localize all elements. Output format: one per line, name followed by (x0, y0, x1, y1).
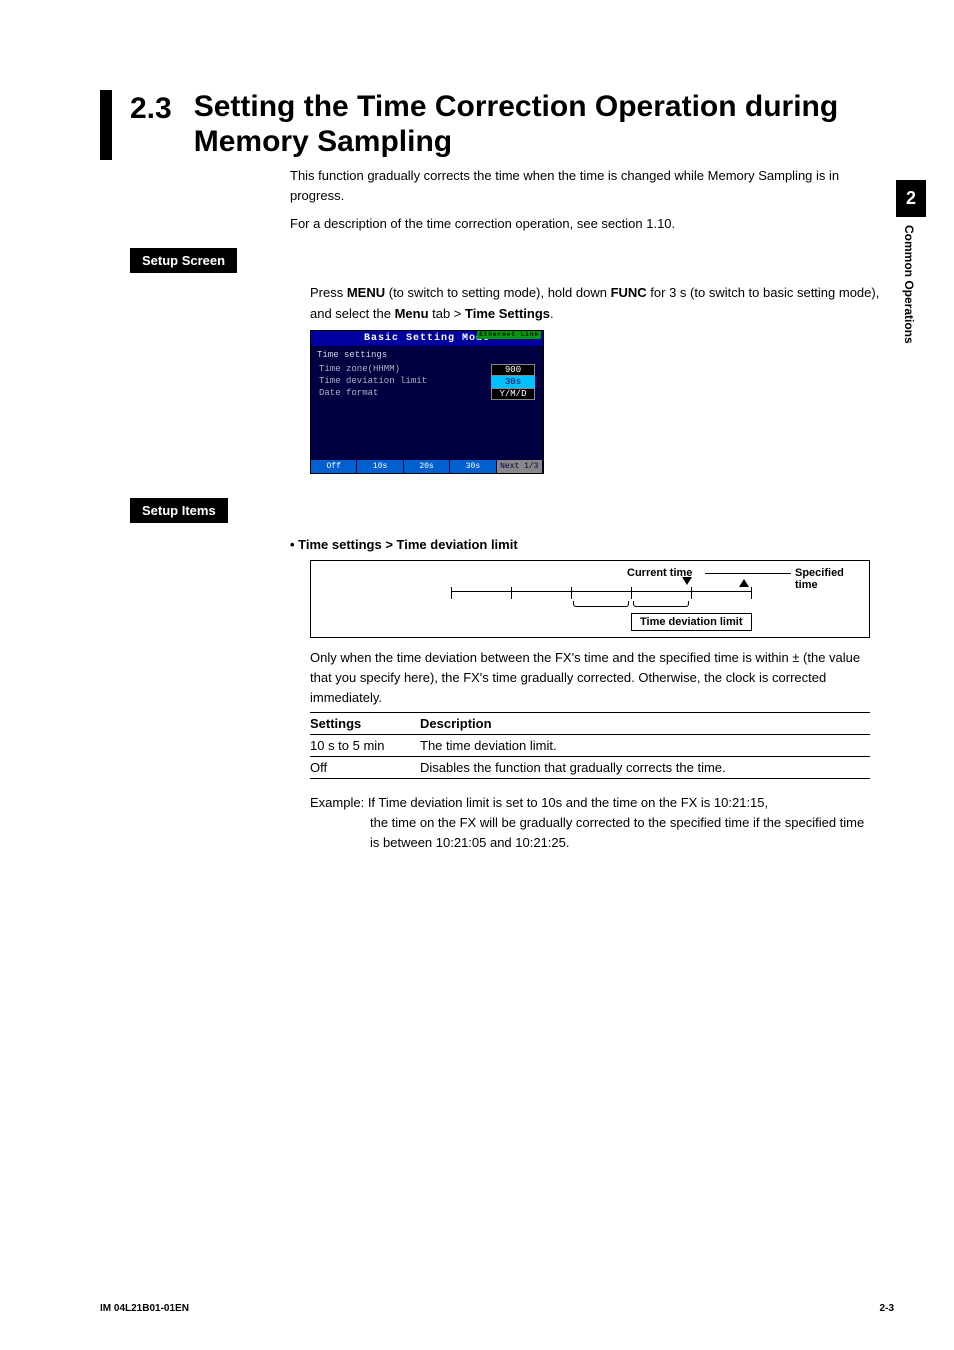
heading-bar-icon (100, 90, 112, 160)
example-line2: the time on the FX will be gradually cor… (370, 813, 870, 853)
cell-description: The time deviation limit. (420, 735, 870, 757)
row-value: Y/M/D (491, 388, 535, 400)
table-row: 10 s to 5 min The time deviation limit. (310, 735, 870, 757)
example-text: Example: If Time deviation limit is set … (310, 793, 870, 813)
menu-tab: Menu (395, 306, 429, 321)
leader-line (705, 573, 791, 574)
tick-icon (691, 587, 692, 599)
table-row: Off Disables the function that gradually… (310, 757, 870, 779)
brace-icon (633, 601, 689, 607)
text: tab > (429, 306, 466, 321)
setup-items-heading: Setup Items (130, 498, 228, 523)
example-label: Example: (310, 795, 368, 810)
device-screenshot: Basic Setting Mode Ethernet Link Time se… (310, 330, 544, 474)
doc-number: IM 04L21B01-01EN (100, 1303, 189, 1314)
softkey-off[interactable]: Off (311, 460, 357, 473)
triangle-up-icon (739, 579, 749, 587)
intro-paragraph-2: For a description of the time correction… (290, 214, 850, 234)
table-header-row: Settings Description (310, 713, 870, 735)
deviation-diagram: Current time Specified time Time deviati… (310, 560, 870, 638)
screen-row-deviation: Time deviation limit 30s (317, 376, 537, 388)
brace-icon (573, 601, 629, 607)
col-settings: Settings (310, 713, 420, 735)
setup-screen-heading: Setup Screen (130, 248, 237, 273)
specified-time-label: Specified time (795, 567, 869, 591)
row-value: 900 (491, 364, 535, 376)
softkey-bar: Off 10s 20s 30s Next 1/3 (311, 460, 543, 473)
example-line1: If Time deviation limit is set to 10s an… (368, 795, 768, 810)
cell-setting: Off (310, 757, 420, 779)
intro-paragraph-1: This function gradually corrects the tim… (290, 166, 850, 206)
text: Press (310, 285, 347, 300)
deviation-limit-box: Time deviation limit (631, 613, 752, 631)
tick-icon (751, 587, 752, 599)
row-label: Time deviation limit (319, 376, 427, 388)
triangle-down-icon (682, 577, 692, 585)
row-value-selected: 30s (491, 376, 535, 388)
setup-screen-instruction: Press MENU (to switch to setting mode), … (310, 283, 880, 323)
section-heading: 2.3 Setting the Time Correction Operatio… (100, 90, 894, 160)
softkey-20s[interactable]: 20s (404, 460, 450, 473)
section-title: Setting the Time Correction Operation du… (194, 90, 894, 159)
row-label: Date format (319, 388, 378, 400)
screen-title-text: Basic Setting Mode (364, 333, 490, 344)
cell-setting: 10 s to 5 min (310, 735, 420, 757)
page-number: 2-3 (880, 1303, 894, 1314)
tick-icon (631, 587, 632, 599)
tick-icon (571, 587, 572, 599)
page-footer: IM 04L21B01-01EN 2-3 (100, 1303, 894, 1314)
screen-body: Time settings Time zone(HHMM) 900 Time d… (311, 346, 543, 460)
softkey-10s[interactable]: 10s (357, 460, 403, 473)
col-description: Description (420, 713, 870, 735)
screen-row-timezone: Time zone(HHMM) 900 (317, 364, 537, 376)
softkey-30s[interactable]: 30s (450, 460, 496, 473)
text: . (550, 306, 554, 321)
func-key: FUNC (611, 285, 647, 300)
tick-icon (511, 587, 512, 599)
setup-item-bullet: Time settings > Time deviation limit (290, 537, 894, 552)
tick-icon (451, 587, 452, 599)
text: (to switch to setting mode), hold down (385, 285, 610, 300)
time-settings-path: Time Settings (465, 306, 550, 321)
section-number: 2.3 (130, 90, 172, 127)
settings-table: Settings Description 10 s to 5 min The t… (310, 712, 870, 779)
time-axis-line (451, 591, 751, 592)
ethernet-icon: Ethernet Link (477, 331, 541, 339)
deviation-explanation: Only when the time deviation between the… (310, 648, 870, 708)
screen-section-header: Time settings (317, 350, 537, 360)
softkey-next[interactable]: Next 1/3 (497, 460, 543, 473)
menu-key: MENU (347, 285, 385, 300)
cell-description: Disables the function that gradually cor… (420, 757, 870, 779)
row-label: Time zone(HHMM) (319, 364, 400, 376)
screen-row-dateformat: Date format Y/M/D (317, 388, 537, 400)
screen-title: Basic Setting Mode Ethernet Link (311, 331, 543, 346)
